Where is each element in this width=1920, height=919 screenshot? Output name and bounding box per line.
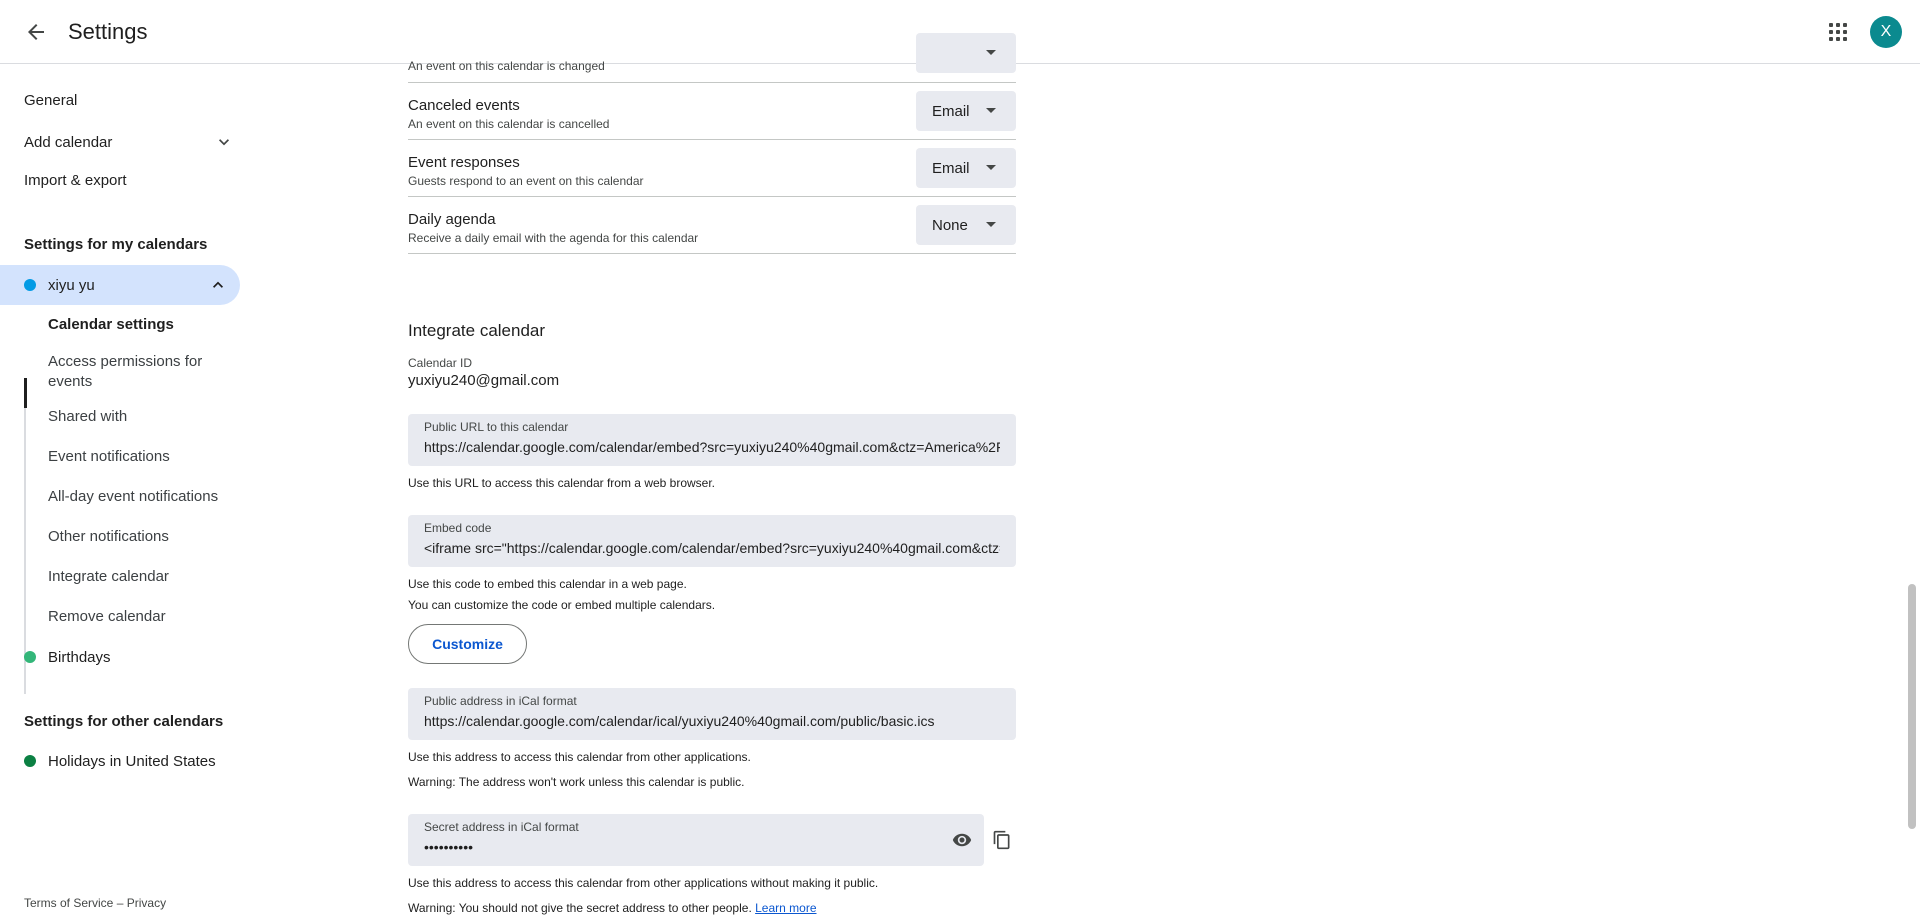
privacy-link[interactable]: Privacy [127,896,166,910]
sidebar-item-access-permissions[interactable]: Access permissions for events [48,352,228,392]
back-button[interactable] [16,12,56,52]
show-secret-button[interactable] [944,822,980,858]
embed-help-1: Use this code to embed this calendar in … [408,577,687,591]
nav-import-export[interactable]: Import & export [24,172,127,189]
notification-desc: Receive a daily email with the agenda fo… [408,231,699,245]
select-value: Email [932,159,970,177]
notification-select[interactable] [916,33,1016,73]
field-value[interactable]: https://calendar.google.com/calendar/ica… [424,713,1000,729]
select-value: None [932,216,968,234]
notification-desc: Guests respond to an event on this calen… [408,174,644,188]
sidebar-item-other-notifications[interactable]: Other notifications [48,527,228,547]
page-scrollbar-thumb[interactable] [1908,584,1916,829]
field-label: Public address in iCal format [424,694,577,708]
caret-icon [986,222,996,227]
notification-select[interactable]: Email [916,91,1016,131]
select-value: Email [932,102,970,120]
notification-title: Canceled events [408,97,520,114]
calendar-color-dot [24,279,36,291]
nav-add-calendar-label: Add calendar [24,133,113,151]
field-value[interactable]: •••••••••• [424,839,924,855]
ical-public-field[interactable]: Public address in iCal format https://ca… [408,688,1016,740]
field-label: Public URL to this calendar [424,420,569,434]
sidebar-item-integrate-calendar[interactable]: Integrate calendar [48,567,228,587]
settings-sidebar: General Add calendar Import & export Set… [0,64,260,919]
public-url-field[interactable]: Public URL to this calendar https://cale… [408,414,1016,466]
ical-secret-help-1: Use this address to access this calendar… [408,876,879,890]
footer-separator: – [116,896,124,910]
warning-text: Warning: You should not give the secret … [408,901,752,915]
field-label: Secret address in iCal format [424,820,579,834]
other-calendars-title: Settings for other calendars [24,713,224,730]
integrate-calendar-heading: Integrate calendar [408,321,546,340]
sidebar-item-event-notifications[interactable]: Event notifications [48,447,228,467]
calendar-color-dot [24,651,36,663]
chevron-down-icon [219,139,229,146]
notification-select[interactable]: None [916,205,1016,245]
page-title: Settings [68,19,148,44]
field-value[interactable]: <iframe src="https://calendar.google.com… [424,540,1000,556]
notification-select[interactable]: Email [916,148,1016,188]
sidebar-calendar-holidays[interactable]: Holidays in United States [0,741,240,781]
arrow-back-icon [28,24,44,40]
embed-code-field[interactable]: Embed code <iframe src="https://calendar… [408,515,1016,567]
calendar-name: xiyu yu [48,276,95,294]
nav-add-calendar[interactable]: Add calendar [24,132,234,152]
copy-secret-button[interactable] [984,822,1020,858]
sub-nav-active-indicator [24,378,27,408]
google-apps-button[interactable] [1818,12,1858,52]
notification-desc: An event on this calendar is changed [408,59,605,73]
calendar-name: Birthdays [48,648,111,666]
my-calendars-title: Settings for my calendars [24,236,208,253]
calendar-color-dot [24,755,36,767]
terms-link[interactable]: Terms of Service [24,896,113,910]
field-value[interactable]: https://calendar.google.com/calendar/emb… [424,439,1000,455]
notification-row-changed: An event on this calendar is changed [408,25,1016,83]
ical-secret-help-2: Warning: You should not give the secret … [408,901,817,915]
sidebar-item-remove-calendar[interactable]: Remove calendar [48,607,228,627]
sidebar-item-calendar-settings[interactable]: Calendar settings [48,315,228,335]
embed-help-2: You can customize the code or embed mult… [408,598,716,612]
caret-icon [986,108,996,113]
notification-title: Event responses [408,154,520,171]
eye-icon [952,833,972,847]
notification-row-daily-agenda: Daily agenda Receive a daily email with … [408,197,1016,254]
sidebar-calendar-xiyu-yu[interactable]: xiyu yu [0,265,240,305]
public-url-help: Use this URL to access this calendar fro… [408,476,716,490]
chevron-up-icon [213,281,223,288]
field-label: Embed code [424,521,492,535]
sidebar-calendar-birthdays[interactable]: Birthdays [0,637,240,677]
notification-row-responses: Event responses Guests respond to an eve… [408,140,1016,197]
customize-button[interactable]: Customize [408,624,527,664]
caret-icon [986,50,996,55]
ical-public-help-2: Warning: The address won't work unless t… [408,775,745,789]
notification-desc: An event on this calendar is cancelled [408,117,610,131]
learn-more-link[interactable]: Learn more [755,901,816,915]
footer-links: Terms of Service – Privacy [24,896,166,910]
apps-grid-icon [1829,23,1847,41]
caret-icon [986,165,996,170]
notification-row-canceled: Canceled events An event on this calenda… [408,83,1016,140]
calendar-name: Holidays in United States [48,752,216,770]
nav-general[interactable]: General [24,92,77,109]
sidebar-item-shared-with[interactable]: Shared with [48,407,228,427]
sidebar-item-all-day-notifications[interactable]: All-day event notifications [48,487,228,507]
account-avatar[interactable]: X [1870,16,1902,48]
ical-secret-field[interactable]: Secret address in iCal format •••••••••• [408,814,984,866]
copy-icon [993,830,1010,850]
calendar-id-label: Calendar ID [408,356,473,370]
ical-public-help-1: Use this address to access this calendar… [408,750,751,764]
calendar-id-value[interactable]: yuxiyu240@gmail.com [408,372,559,389]
notification-title: Daily agenda [408,211,496,228]
